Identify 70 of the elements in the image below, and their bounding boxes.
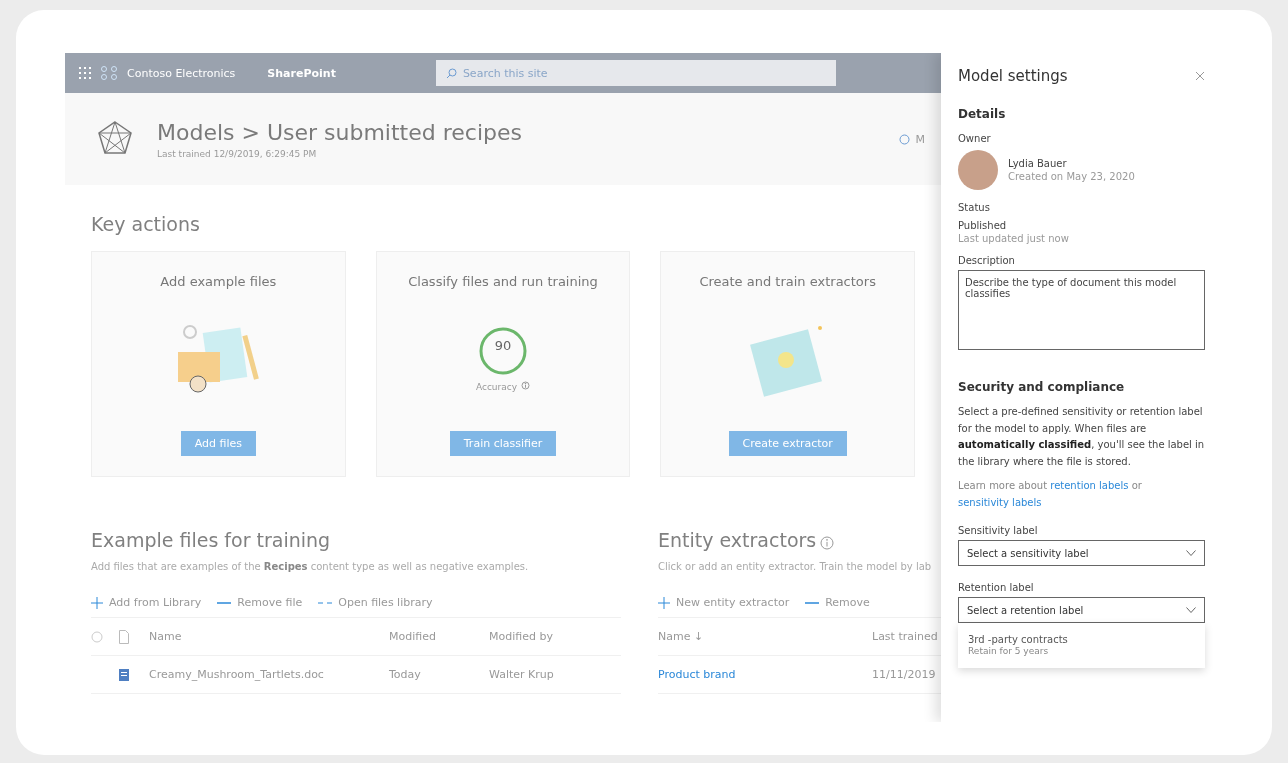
- chevron-icon: [1186, 607, 1196, 613]
- app-name[interactable]: SharePoint: [267, 66, 336, 80]
- description-label: Description: [958, 255, 1016, 266]
- dropdown-option[interactable]: 3rd -party contracts Retain for 5 years: [968, 633, 1195, 658]
- plus-icon: [91, 596, 103, 609]
- sensitivity-dropdown[interactable]: Select a sensitivity label: [958, 540, 1205, 566]
- security-heading: Security and compliance: [958, 380, 1126, 394]
- accuracy-score: 90: [494, 338, 512, 353]
- avatar: [958, 150, 998, 190]
- site-name[interactable]: Contoso Electronics: [127, 66, 236, 80]
- chevron-icon: [1186, 550, 1196, 556]
- section-description: Click or add an entity extractor. Train the model by lab: [658, 561, 933, 572]
- modified-by-cell-text: Walter Krup: [489, 668, 555, 681]
- plus-icon: [658, 596, 670, 609]
- retention-labels-link[interactable]: retention labels: [1050, 480, 1129, 491]
- column-header[interactable]: Modified: [389, 630, 489, 643]
- accuracy-ring: [478, 326, 528, 376]
- card-title: Classify files and run training: [408, 274, 598, 289]
- app-launcher-icon[interactable]: [79, 67, 91, 79]
- toolbar-command[interactable]: Add from Library: [91, 596, 202, 609]
- sensitivity-label: Sensitivity label: [958, 525, 1039, 536]
- section-description: Add files that are examples of the Recipes content type as well as negative examples.: [91, 561, 530, 572]
- file-type-icon: [119, 629, 129, 644]
- search-field[interactable]: Search this site: [435, 60, 836, 86]
- details-heading: Details: [958, 107, 1007, 121]
- column-header[interactable]: Name ↓: [658, 630, 872, 643]
- file-name-cell[interactable]: Creamy_Mushroom_Tartlets.doc: [149, 668, 389, 681]
- minus-icon: [217, 600, 232, 605]
- panel-title: Model settings: [958, 67, 1068, 85]
- section-heading: Key actions: [91, 213, 201, 235]
- sensitivity-labels-link[interactable]: sensitivity labels: [958, 496, 1042, 508]
- toolbar-command[interactable]: Remove: [805, 596, 870, 609]
- header-action[interactable]: M: [898, 132, 925, 146]
- page-title: Models > User submitted recipes: [157, 119, 522, 145]
- status-note: Last updated just now: [958, 232, 1070, 245]
- created-date: Created on May 23, 2020: [1008, 170, 1135, 183]
- owner-label: Owner: [958, 133, 992, 144]
- toolbar-command[interactable]: Remove file: [217, 596, 303, 609]
- status-value: Published: [958, 219, 1008, 232]
- retention-dropdown[interactable]: Select a retention label: [958, 597, 1205, 623]
- info-icon[interactable]: [820, 535, 835, 550]
- status-label: Status: [958, 202, 991, 213]
- card-action-button[interactable]: Create extractor: [728, 431, 847, 456]
- card-title: Create and train extractors: [699, 274, 876, 289]
- toolbar-command[interactable]: New entity extractor: [658, 596, 790, 609]
- info-icon[interactable]: [521, 381, 531, 390]
- section-heading: Example files for training: [91, 529, 331, 551]
- extractor-name-link[interactable]: Product brand: [658, 668, 872, 681]
- owner-name: Lydia Bauer: [1008, 157, 1068, 170]
- security-text: Select a pre-defined sensitivity or retention label for the model to apply. When files are automatically classified, you'll see the label in the library where the file is stored.: [958, 405, 1205, 469]
- column-header[interactable]: Modified by: [489, 630, 621, 643]
- search-icon: [445, 67, 457, 79]
- card-action-button[interactable]: Train classifier: [449, 431, 557, 456]
- column-header[interactable]: Last trained: [872, 630, 941, 643]
- card-title: Add example files: [160, 274, 277, 289]
- document-icon: [119, 668, 129, 681]
- select-all-circle-icon[interactable]: [91, 630, 103, 643]
- minus-icon: [805, 600, 820, 605]
- modified-cell-text: Today: [389, 668, 422, 681]
- column-header[interactable]: Name: [149, 630, 389, 643]
- retention-label: Retention label: [958, 582, 1035, 593]
- logo-icon: [101, 66, 117, 80]
- card-action-button[interactable]: Add files: [180, 431, 256, 456]
- learn-more-text: Learn more about retention labels or sensitivity labels: [958, 479, 1143, 510]
- last-trained-text: Last trained 12/9/2019, 6:29:45 PM: [157, 148, 318, 159]
- toolbar-command[interactable]: Open files library: [318, 596, 433, 609]
- section-heading: Entity extractors: [658, 529, 817, 551]
- description-field[interactable]: Describe the type of document this model classifies: [958, 270, 1205, 350]
- accuracy-label: Accuracy: [475, 382, 518, 392]
- last-trained-cell-text: 11/11/2019: [872, 668, 937, 681]
